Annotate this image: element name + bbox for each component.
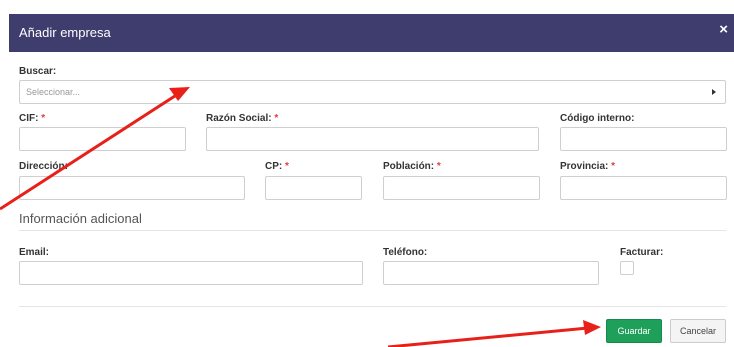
annotation-arrows xyxy=(0,87,601,347)
arrow-to-buscar xyxy=(0,87,190,211)
arrow-to-save-button xyxy=(387,320,601,347)
